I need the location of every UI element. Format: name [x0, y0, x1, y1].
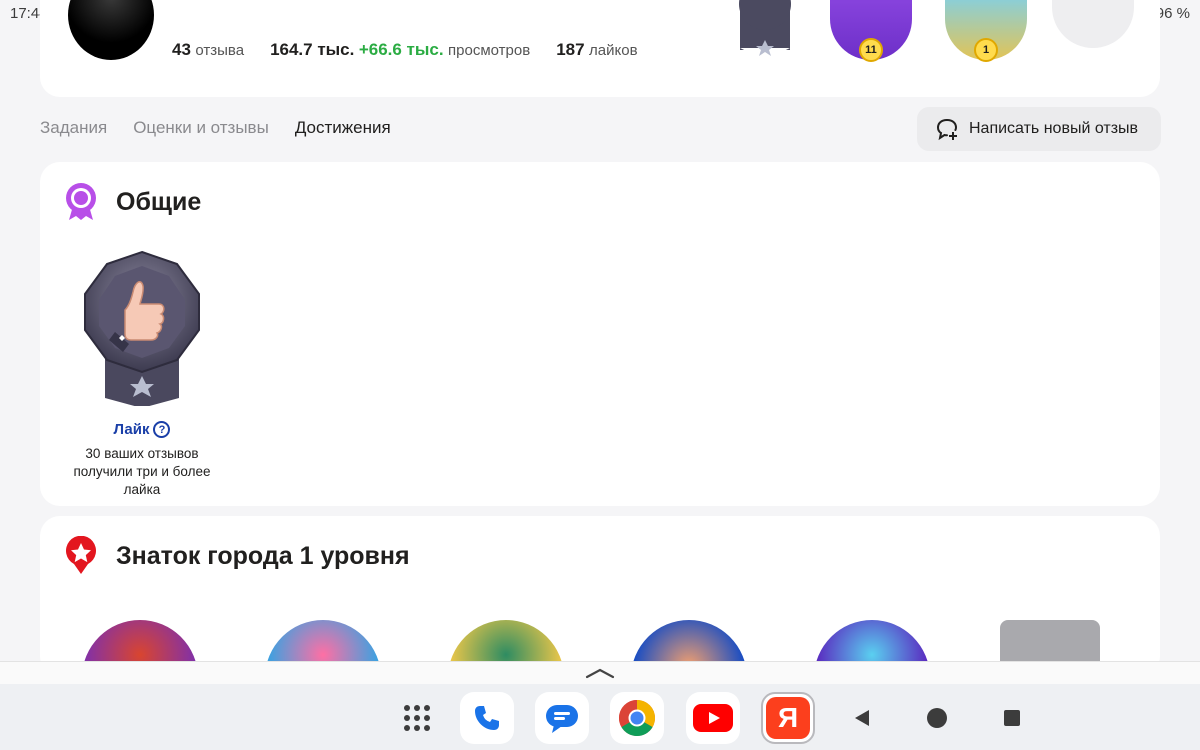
expert-badge[interactable]	[265, 620, 381, 664]
achievement-description: 30 ваших отзывов получили три и более ла…	[73, 446, 211, 497]
write-review-button[interactable]: Написать новый отзыв	[917, 107, 1161, 151]
profile-card: 43 отзыва 164.7 тыс. +66.6 тыс. просмотр…	[40, 0, 1160, 97]
achievement-name: Лайк	[113, 421, 150, 438]
back-button[interactable]	[836, 692, 890, 744]
youtube-icon[interactable]	[686, 692, 740, 744]
messages-icon[interactable]	[535, 692, 589, 744]
tab-achievements[interactable]: Достижения	[295, 118, 391, 138]
achievement-badge-empty[interactable]	[1052, 0, 1134, 48]
yandex-letter: Я	[766, 697, 810, 739]
battery-percent: 96 %	[1155, 4, 1190, 22]
dock-handle[interactable]	[0, 661, 1200, 684]
section-general: Общие Лайк ? 30 ваших отзывов получили т…	[40, 162, 1160, 506]
help-icon[interactable]: ?	[153, 421, 171, 438]
profile-stats: 43 отзыва 164.7 тыс. +66.6 тыс. просмотр…	[172, 40, 638, 60]
thumbs-up-medal-icon	[84, 250, 200, 408]
achievement-like[interactable]: Лайк ? 30 ваших отзывов получили три и б…	[62, 248, 222, 499]
views-delta: +66.6 тыс.	[358, 40, 444, 59]
recents-button[interactable]	[985, 692, 1039, 744]
expert-badge[interactable]	[448, 620, 564, 664]
yandex-icon[interactable]: Я	[761, 692, 815, 744]
likes-word: лайков	[589, 42, 638, 59]
chevron-up-icon	[585, 668, 615, 679]
navigation-bar: Я	[0, 684, 1200, 750]
achievement-badge[interactable]: 11	[830, 0, 912, 62]
views-count: 164.7 тыс.	[270, 40, 355, 59]
achievement-name-row[interactable]: Лайк ?	[114, 421, 171, 438]
likes-stat: 187 лайков	[556, 40, 637, 60]
write-review-label: Написать новый отзыв	[969, 120, 1139, 137]
star-pin-icon	[66, 536, 96, 574]
expert-badge[interactable]	[631, 620, 747, 664]
views-stat: 164.7 тыс. +66.6 тыс. просмотров	[270, 40, 530, 60]
home-button[interactable]	[910, 692, 964, 744]
views-word: просмотров	[448, 42, 531, 59]
avatar[interactable]	[68, 0, 154, 60]
badge-count: 1	[974, 38, 998, 62]
reviews-stat: 43 отзыва	[172, 40, 244, 60]
tab-tasks[interactable]: Задания	[40, 118, 107, 138]
like-medal-badge-icon[interactable]	[724, 0, 806, 60]
expert-badge-locked[interactable]	[1000, 620, 1100, 664]
app-drawer-icon[interactable]	[390, 692, 444, 744]
section-title: Знаток города 1 уровня	[116, 541, 410, 570]
expert-badge[interactable]	[82, 620, 198, 664]
expert-badges-row	[82, 620, 1162, 664]
expert-badge[interactable]	[814, 620, 930, 664]
rosette-icon	[66, 183, 96, 220]
profile-tabs: Задания Оценки и отзывы Достижения	[40, 118, 391, 138]
add-comment-icon	[936, 119, 958, 141]
section-title: Общие	[116, 187, 202, 216]
phone-icon[interactable]	[460, 692, 514, 744]
tab-ratings-reviews[interactable]: Оценки и отзывы	[133, 118, 269, 138]
chrome-icon[interactable]	[610, 692, 664, 744]
achievement-badge[interactable]: 1	[945, 0, 1027, 62]
section-city-expert: Знаток города 1 уровня	[40, 516, 1160, 676]
reviews-count: 43	[172, 40, 191, 59]
likes-count: 187	[556, 40, 585, 59]
reviews-word: отзыва	[195, 42, 245, 59]
badge-count: 11	[859, 38, 883, 62]
